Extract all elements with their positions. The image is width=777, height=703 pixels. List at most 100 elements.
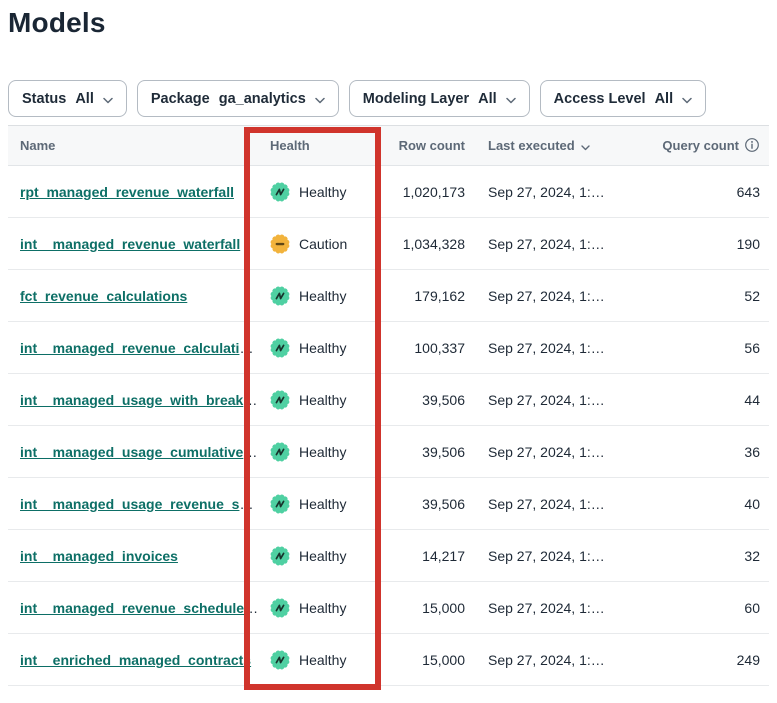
health-cell: Healthy bbox=[270, 338, 380, 358]
health-label: Healthy bbox=[299, 340, 346, 356]
row-count-value: 1,020,173 bbox=[380, 184, 465, 200]
name-cell: fct_revenue_calculations bbox=[8, 288, 270, 304]
filter-modeling-layer-label: Modeling Layer bbox=[363, 91, 469, 107]
query-count-value: 36 bbox=[655, 444, 769, 460]
health-cell: Healthy bbox=[270, 546, 380, 566]
health-cell: Healthy bbox=[270, 442, 380, 462]
model-name-link[interactable]: int__enriched_managed_contracts bbox=[20, 652, 251, 668]
health-status-icon bbox=[270, 546, 290, 566]
last-executed-value: Sep 27, 2024, 1:… bbox=[465, 600, 655, 616]
row-count-value: 15,000 bbox=[380, 600, 465, 616]
table-header-row: Name Health Row count Last executed Quer… bbox=[8, 126, 769, 166]
name-cell: int__managed_usage_with_breaka… bbox=[8, 392, 270, 408]
column-header-last-executed-label: Last executed bbox=[488, 138, 575, 153]
health-label: Healthy bbox=[299, 548, 346, 564]
table-row: int__managed_revenue_schedule_… Healthy … bbox=[8, 582, 769, 634]
page-title: Models bbox=[8, 0, 769, 39]
sort-chevron-icon bbox=[581, 139, 590, 154]
query-count-value: 44 bbox=[655, 392, 769, 408]
column-header-query-count: Query count bbox=[655, 136, 769, 156]
chevron-down-icon bbox=[506, 92, 516, 108]
health-status-icon bbox=[270, 286, 290, 306]
name-cell: int__managed_usage_revenue_sc… bbox=[8, 496, 270, 512]
filter-modeling-layer-value: All bbox=[478, 91, 497, 107]
model-name-link[interactable]: rpt_managed_revenue_waterfall bbox=[20, 184, 234, 200]
table-row: int__managed_revenue_calculations Health… bbox=[8, 322, 769, 374]
filter-bar: Status All Package ga_analytics Modeling… bbox=[8, 80, 769, 117]
filter-status[interactable]: Status All bbox=[8, 80, 127, 117]
model-name-link[interactable]: fct_revenue_calculations bbox=[20, 288, 187, 304]
models-table: Name Health Row count Last executed Quer… bbox=[8, 125, 769, 686]
health-status-icon bbox=[270, 442, 290, 462]
filter-access-level[interactable]: Access Level All bbox=[540, 80, 706, 117]
column-header-health: Health bbox=[270, 138, 380, 153]
model-name-link[interactable]: int__managed_usage_cumulative_… bbox=[20, 444, 265, 460]
health-status-icon bbox=[270, 650, 290, 670]
query-count-value: 249 bbox=[655, 652, 769, 668]
table-row: int__managed_usage_revenue_sc… Healthy 3… bbox=[8, 478, 769, 530]
filter-status-label: Status bbox=[22, 91, 66, 107]
table-row: int__managed_usage_with_breaka… Healthy … bbox=[8, 374, 769, 426]
health-label: Healthy bbox=[299, 600, 346, 616]
last-executed-value: Sep 27, 2024, 1:… bbox=[465, 548, 655, 564]
health-cell: Healthy bbox=[270, 286, 380, 306]
health-label: Healthy bbox=[299, 392, 346, 408]
last-executed-value: Sep 27, 2024, 1:… bbox=[465, 288, 655, 304]
query-count-value: 40 bbox=[655, 496, 769, 512]
last-executed-value: Sep 27, 2024, 1:… bbox=[465, 444, 655, 460]
column-header-last-executed[interactable]: Last executed bbox=[465, 137, 655, 154]
model-name-link[interactable]: int__managed_usage_revenue_sc… bbox=[20, 496, 261, 512]
model-name-link[interactable]: int__managed_invoices bbox=[20, 548, 178, 564]
table-row: int__managed_usage_cumulative_… Healthy … bbox=[8, 426, 769, 478]
row-count-value: 179,162 bbox=[380, 288, 465, 304]
filter-modeling-layer[interactable]: Modeling Layer All bbox=[349, 80, 530, 117]
health-cell: Healthy bbox=[270, 598, 380, 618]
health-label: Healthy bbox=[299, 444, 346, 460]
name-cell: int__managed_revenue_waterfall bbox=[8, 236, 270, 252]
chevron-down-icon bbox=[103, 92, 113, 108]
health-status-icon bbox=[270, 234, 290, 254]
table-row: int__enriched_managed_contracts Healthy … bbox=[8, 634, 769, 686]
last-executed-value: Sep 27, 2024, 1:… bbox=[465, 236, 655, 252]
health-status-icon bbox=[270, 338, 290, 358]
model-name-link[interactable]: int__managed_revenue_waterfall bbox=[20, 236, 240, 252]
health-label: Healthy bbox=[299, 496, 346, 512]
name-cell: int__managed_revenue_calculations bbox=[8, 340, 270, 356]
chevron-down-icon bbox=[682, 92, 692, 108]
info-icon[interactable] bbox=[744, 137, 760, 156]
filter-package[interactable]: Package ga_analytics bbox=[137, 80, 339, 117]
table-row: int__managed_revenue_waterfall Caution 1… bbox=[8, 218, 769, 270]
query-count-value: 52 bbox=[655, 288, 769, 304]
name-cell: rpt_managed_revenue_waterfall bbox=[8, 184, 270, 200]
model-name-link[interactable]: int__managed_revenue_schedule_… bbox=[20, 600, 266, 616]
name-cell: int__managed_invoices bbox=[8, 548, 270, 564]
health-cell: Healthy bbox=[270, 494, 380, 514]
model-name-link[interactable]: int__managed_revenue_calculations bbox=[20, 340, 264, 356]
health-cell: Caution bbox=[270, 234, 380, 254]
name-cell: int__enriched_managed_contracts bbox=[8, 652, 270, 668]
health-status-icon bbox=[270, 598, 290, 618]
query-count-value: 60 bbox=[655, 600, 769, 616]
chevron-down-icon bbox=[315, 92, 325, 108]
filter-status-value: All bbox=[75, 91, 94, 107]
last-executed-value: Sep 27, 2024, 1:… bbox=[465, 340, 655, 356]
health-label: Caution bbox=[299, 236, 347, 252]
query-count-value: 643 bbox=[655, 184, 769, 200]
health-cell: Healthy bbox=[270, 650, 380, 670]
last-executed-value: Sep 27, 2024, 1:… bbox=[465, 392, 655, 408]
last-executed-value: Sep 27, 2024, 1:… bbox=[465, 496, 655, 512]
row-count-value: 100,337 bbox=[380, 340, 465, 356]
filter-access-level-value: All bbox=[655, 91, 674, 107]
model-name-link[interactable]: int__managed_usage_with_breaka… bbox=[20, 392, 265, 408]
row-count-value: 39,506 bbox=[380, 444, 465, 460]
row-count-value: 14,217 bbox=[380, 548, 465, 564]
filter-package-value: ga_analytics bbox=[219, 91, 306, 107]
filter-access-level-label: Access Level bbox=[554, 91, 646, 107]
table-row: rpt_managed_revenue_waterfall Healthy 1,… bbox=[8, 166, 769, 218]
last-executed-value: Sep 27, 2024, 1:… bbox=[465, 184, 655, 200]
name-cell: int__managed_usage_cumulative_… bbox=[8, 444, 270, 460]
last-executed-value: Sep 27, 2024, 1:… bbox=[465, 652, 655, 668]
health-label: Healthy bbox=[299, 288, 346, 304]
column-header-name: Name bbox=[8, 138, 270, 153]
query-count-value: 32 bbox=[655, 548, 769, 564]
